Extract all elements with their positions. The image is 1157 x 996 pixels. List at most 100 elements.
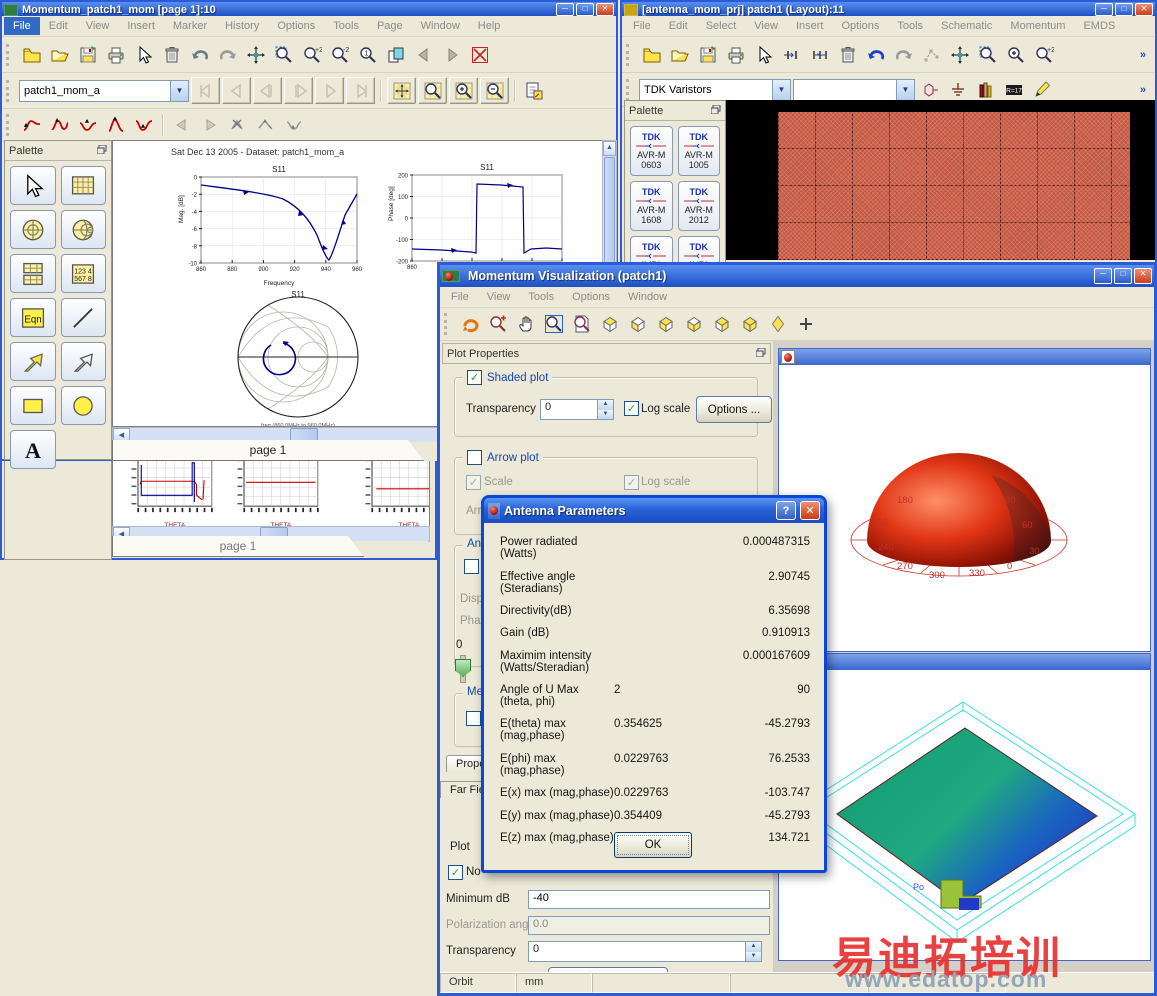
menu-edit[interactable]: Edit xyxy=(660,17,697,35)
ok-button[interactable]: OK xyxy=(614,832,692,858)
menu-file[interactable]: File xyxy=(624,17,660,35)
toolbar-grip[interactable] xyxy=(626,43,633,66)
close-button[interactable]: ✕ xyxy=(596,3,614,16)
palette-dock-icon[interactable] xyxy=(96,144,107,157)
panel-dock-icon[interactable] xyxy=(755,347,766,360)
scroll-left-icon[interactable]: ◀ xyxy=(113,428,130,442)
menu-help[interactable]: Help xyxy=(469,17,510,35)
page-nav-button[interactable] xyxy=(222,77,251,104)
pencil-icon[interactable] xyxy=(1029,77,1055,102)
menu-window[interactable]: Window xyxy=(412,17,469,35)
phase-slider-thumb[interactable] xyxy=(455,659,471,677)
marker-nav-icon[interactable] xyxy=(169,113,195,138)
palette-pal-smith[interactable] xyxy=(60,210,106,249)
insert-pin2-icon[interactable] xyxy=(807,42,833,67)
save-icon[interactable] xyxy=(75,42,101,67)
nav-next-icon[interactable] xyxy=(439,42,465,67)
page-nav-button[interactable] xyxy=(191,77,220,104)
hex-pin-icon[interactable] xyxy=(917,77,943,102)
save-page-icon[interactable] xyxy=(521,78,547,103)
grid-zoom-in-icon[interactable] xyxy=(449,77,478,104)
log-scale-checkbox[interactable]: ✓ xyxy=(624,401,639,416)
swap-view-icon[interactable] xyxy=(383,42,409,67)
maximize-button[interactable]: □ xyxy=(1115,3,1133,16)
minimum-db-input[interactable]: -40 xyxy=(528,890,770,909)
menu-options[interactable]: Options xyxy=(832,17,888,35)
toolbar-grip[interactable] xyxy=(444,313,451,335)
marker-3-icon[interactable] xyxy=(75,113,101,138)
menu-emds[interactable]: EMDS xyxy=(1074,17,1124,35)
chevron-down-icon[interactable]: ▼ xyxy=(772,79,790,100)
page-nav-button[interactable] xyxy=(253,77,282,104)
move-icon[interactable] xyxy=(243,42,269,67)
marker-x2-icon[interactable] xyxy=(253,113,279,138)
minimize-button[interactable]: ─ xyxy=(1094,268,1112,284)
close-button[interactable]: ✕ xyxy=(1135,3,1153,16)
cube-5-icon[interactable] xyxy=(709,312,735,337)
maximize-button[interactable]: □ xyxy=(1114,268,1132,284)
rotate-icon[interactable] xyxy=(457,312,483,337)
minimize-button[interactable]: ─ xyxy=(556,3,574,16)
patch-3d-canvas[interactable]: Po xyxy=(779,670,1150,958)
menu-insert[interactable]: Insert xyxy=(787,17,833,35)
zoom-one-icon[interactable]: 1 xyxy=(355,42,381,67)
close-button[interactable]: ✕ xyxy=(1134,268,1152,284)
diamond-icon[interactable] xyxy=(765,312,791,337)
window-c-titlebar[interactable]: Momentum Visualization (patch1) ─ □ ✕ xyxy=(440,265,1154,287)
print-icon[interactable] xyxy=(103,42,129,67)
mesh-checkbox[interactable] xyxy=(466,711,481,726)
normalize-checkbox[interactable]: ✓ xyxy=(448,865,463,880)
menu-page[interactable]: Page xyxy=(368,17,412,35)
new-folder-icon[interactable] xyxy=(19,42,45,67)
menu-tools[interactable]: Tools xyxy=(324,17,368,35)
trash-icon[interactable] xyxy=(835,42,861,67)
transparency-spinner[interactable]: 0 ▲ ▼ xyxy=(540,399,614,420)
options-button[interactable]: Options ... xyxy=(696,396,772,423)
zoom-box-icon[interactable] xyxy=(541,312,567,337)
menu-tools[interactable]: Tools xyxy=(888,17,932,35)
nav-prev-icon[interactable] xyxy=(411,42,437,67)
delete-x-icon[interactable] xyxy=(467,42,493,67)
menu-view[interactable]: View xyxy=(745,17,787,35)
scroll-thumb[interactable] xyxy=(290,428,318,442)
menu-file[interactable]: File xyxy=(4,17,40,35)
cube-3-icon[interactable] xyxy=(653,312,679,337)
grid-zoom-sel-icon[interactable] xyxy=(418,77,447,104)
menu-select[interactable]: Select xyxy=(697,17,746,35)
marker-2-icon[interactable] xyxy=(47,113,73,138)
menu-edit[interactable]: Edit xyxy=(40,17,77,35)
transparency2-spinner[interactable]: 0 ▲ ▼ xyxy=(528,941,762,962)
spin-down-icon[interactable]: ▼ xyxy=(746,951,761,961)
menu-tools[interactable]: Tools xyxy=(519,288,563,306)
hand-icon[interactable] xyxy=(513,312,539,337)
menu-schematic[interactable]: Schematic xyxy=(932,17,1001,35)
animate-checkbox[interactable] xyxy=(464,559,479,574)
open-folder-icon[interactable] xyxy=(47,42,73,67)
marker-x3-icon[interactable] xyxy=(281,113,307,138)
toolbar-overflow-chevron[interactable]: » xyxy=(1134,84,1152,96)
palette-pal-A[interactable]: A xyxy=(10,430,56,469)
reshape-icon[interactable] xyxy=(919,42,945,67)
redo-icon[interactable] xyxy=(215,42,241,67)
toolbar-grip[interactable] xyxy=(6,43,13,66)
minimize-button[interactable]: ─ xyxy=(1095,3,1113,16)
palette-pal-pointer[interactable] xyxy=(10,166,56,205)
zoom-doc-icon[interactable] xyxy=(569,312,595,337)
palette-pal-arrow2[interactable] xyxy=(60,342,106,381)
polarization-angle-input[interactable]: 0.0 xyxy=(528,916,770,935)
marker-4-icon[interactable] xyxy=(103,113,129,138)
palette-pal-line[interactable] xyxy=(60,298,106,337)
redo-icon[interactable] xyxy=(891,42,917,67)
undo-icon[interactable] xyxy=(187,42,213,67)
library-icon[interactable] xyxy=(973,77,999,102)
component-combo[interactable]: ▼ xyxy=(793,78,915,101)
menu-options[interactable]: Options xyxy=(563,288,619,306)
subwindow-titlebar[interactable] xyxy=(779,654,1150,670)
toolbar-grip[interactable] xyxy=(6,114,13,136)
page-tab[interactable]: page 1 xyxy=(112,440,424,461)
save-icon[interactable] xyxy=(695,42,721,67)
cube-4-icon[interactable] xyxy=(681,312,707,337)
page-tab[interactable]: page 1 xyxy=(112,536,364,557)
toolbar-grip[interactable] xyxy=(626,78,633,101)
open-folder-icon[interactable] xyxy=(667,42,693,67)
